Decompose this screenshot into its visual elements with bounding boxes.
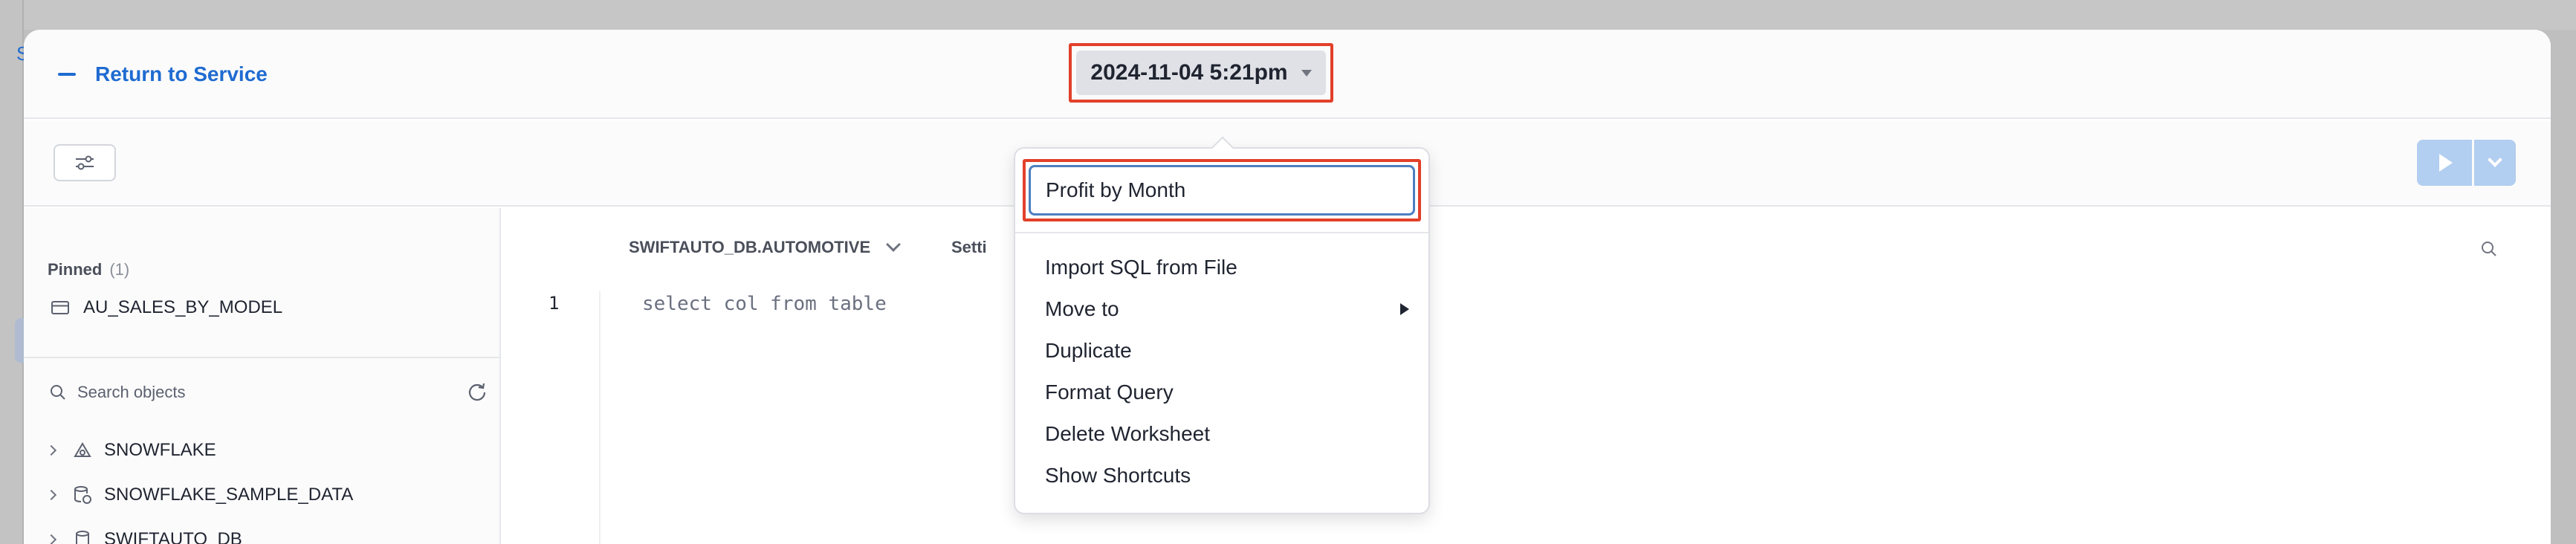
run-options-button[interactable] bbox=[2474, 140, 2516, 186]
worksheet-name-input[interactable] bbox=[1029, 165, 1415, 216]
shared-db-icon bbox=[74, 486, 91, 504]
chevron-right-icon[interactable] bbox=[45, 489, 57, 501]
table-icon bbox=[51, 301, 69, 314]
chevron-right-icon[interactable] bbox=[45, 534, 57, 544]
sql-editor: SWIFTAUTO_DB.AUTOMOTIVE Setti 1 select c… bbox=[502, 208, 2551, 544]
tree-item-snowflake-sample-data[interactable]: SNOWFLAKE_SAMPLE_DATA bbox=[45, 473, 354, 517]
run-button[interactable] bbox=[2417, 140, 2472, 186]
tree-item-swiftauto-db[interactable]: SWIFTAUTO_DB bbox=[45, 517, 353, 544]
pinned-item-label: AU_SALES_BY_MODEL bbox=[83, 297, 283, 317]
object-explorer: Pinned (1) AU_SALES_BY_MODEL Search obje… bbox=[24, 208, 501, 544]
tree-item-label: SNOWFLAKE_SAMPLE_DATA bbox=[104, 485, 354, 505]
menu-item-import-sql[interactable]: Import SQL from File bbox=[1045, 247, 1409, 288]
pinned-heading: Pinned (1) bbox=[48, 260, 129, 279]
code-line[interactable]: select col from table bbox=[642, 293, 887, 315]
caret-down-icon bbox=[1301, 69, 1312, 77]
worksheet-title: 2024-11-04 5:21pm bbox=[1090, 60, 1288, 85]
menu-item-show-shortcuts[interactable]: Show Shortcuts bbox=[1045, 455, 1409, 496]
database-tree: SNOWFLAKE SNOWFLAKE_SAMPLE_DATA SWIFTAUT… bbox=[45, 428, 354, 544]
background-app-sidebar bbox=[0, 0, 24, 544]
settings-selector[interactable]: Setti bbox=[951, 238, 987, 257]
worksheet-modal: Return to Service 2024-11-04 5:21pm Pinn… bbox=[24, 30, 2551, 544]
tree-item-snowflake[interactable]: SNOWFLAKE bbox=[45, 428, 353, 473]
menu-item-label: Move to bbox=[1045, 297, 1119, 320]
line-number: 1 bbox=[548, 293, 560, 314]
tree-item-label: SNOWFLAKE bbox=[104, 440, 216, 460]
pinned-item-au-sales-by-model[interactable]: AU_SALES_BY_MODEL bbox=[51, 297, 282, 318]
chevron-down-icon bbox=[886, 237, 902, 252]
run-button-group bbox=[2417, 140, 2516, 186]
context-label: SWIFTAUTO_DB.AUTOMOTIVE bbox=[629, 238, 871, 256]
minus-icon bbox=[58, 73, 76, 76]
sliders-icon bbox=[76, 155, 94, 170]
menu-divider bbox=[1015, 232, 1428, 233]
context-selector[interactable]: SWIFTAUTO_DB.AUTOMOTIVE bbox=[629, 237, 902, 257]
menu-item-delete-worksheet[interactable]: Delete Worksheet bbox=[1045, 413, 1409, 455]
pinned-count: (1) bbox=[109, 260, 130, 279]
chevron-down-icon bbox=[2488, 152, 2502, 167]
menu-list: Import SQL from File Move to Duplicate F… bbox=[1045, 247, 1409, 496]
refresh-icon[interactable] bbox=[467, 382, 488, 403]
chevron-right-icon[interactable] bbox=[45, 444, 57, 456]
snowflake-db-icon bbox=[74, 442, 91, 457]
return-to-service-button[interactable]: Return to Service bbox=[58, 58, 268, 91]
background-app-header bbox=[0, 0, 2576, 30]
worksheet-menu: Import SQL from File Move to Duplicate F… bbox=[1014, 136, 1430, 514]
search-objects-input[interactable] bbox=[77, 383, 419, 402]
return-label: Return to Service bbox=[95, 62, 268, 85]
play-icon bbox=[2439, 154, 2453, 172]
submenu-arrow-icon bbox=[1400, 303, 1409, 315]
search-icon bbox=[51, 385, 65, 400]
sidebar-divider bbox=[24, 357, 501, 358]
object-search bbox=[49, 373, 488, 412]
line-gutter: 1 bbox=[502, 291, 601, 544]
worksheet-title-button[interactable]: 2024-11-04 5:21pm bbox=[1076, 51, 1326, 95]
worksheet-topbar: Return to Service 2024-11-04 5:21pm bbox=[24, 30, 2551, 119]
menu-item-move-to[interactable]: Move to bbox=[1045, 288, 1409, 330]
pinned-label: Pinned bbox=[48, 260, 103, 279]
database-icon bbox=[76, 531, 89, 544]
search-icon[interactable] bbox=[2479, 239, 2499, 259]
menu-item-format-query[interactable]: Format Query bbox=[1045, 372, 1409, 413]
filter-settings-button[interactable] bbox=[54, 144, 116, 181]
menu-item-duplicate[interactable]: Duplicate bbox=[1045, 330, 1409, 372]
tree-item-label: SWIFTAUTO_DB bbox=[104, 529, 242, 544]
